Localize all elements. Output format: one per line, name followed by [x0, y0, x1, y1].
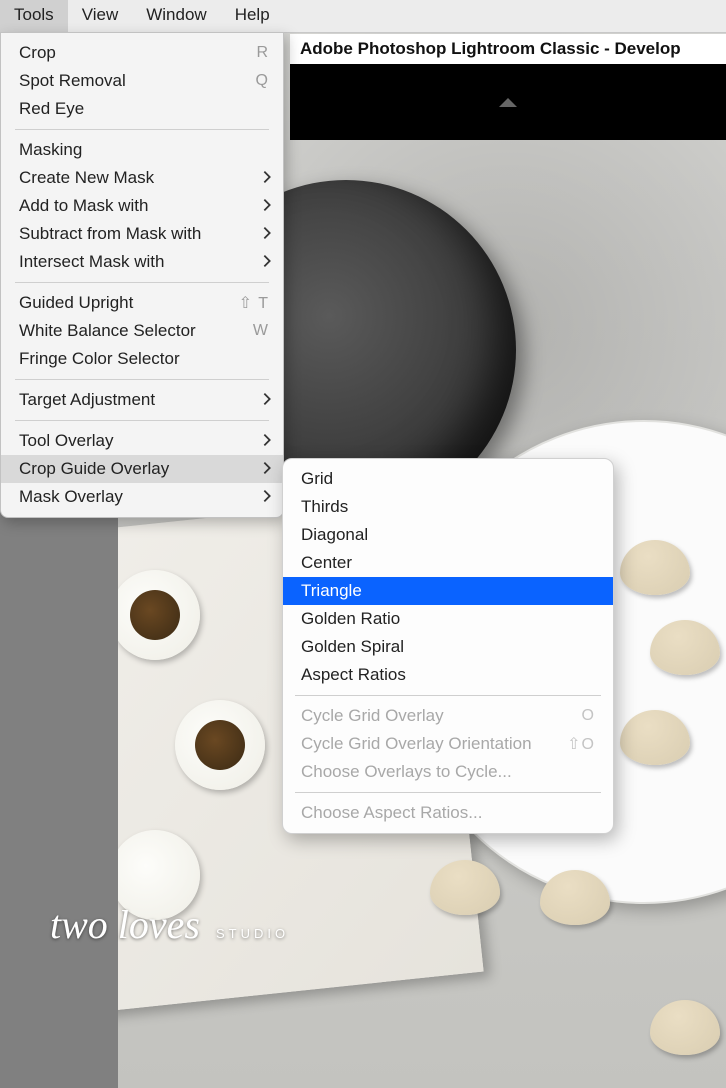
photo-decor: [650, 1000, 720, 1055]
menu-item-label: Create New Mask: [19, 168, 269, 188]
chevron-right-icon: [261, 391, 273, 412]
menu-item-subtract-from-mask[interactable]: Subtract from Mask with: [1, 220, 283, 248]
submenu-item-center[interactable]: Center: [283, 549, 613, 577]
menu-divider: [15, 420, 269, 421]
chevron-right-icon: [261, 488, 273, 509]
menu-item-label: Target Adjustment: [19, 390, 269, 410]
menu-divider: [15, 282, 269, 283]
menu-item-label: Thirds: [301, 497, 595, 517]
menu-item-red-eye[interactable]: Red Eye: [1, 95, 283, 123]
submenu-item-golden-spiral[interactable]: Golden Spiral: [283, 633, 613, 661]
menu-item-label: Guided Upright: [19, 293, 239, 313]
menu-item-label: Fringe Color Selector: [19, 349, 269, 369]
menu-item-label: Cycle Grid Overlay: [301, 706, 582, 726]
menu-item-label: Golden Ratio: [301, 609, 595, 629]
chevron-right-icon: [261, 169, 273, 190]
menubar-item-tools[interactable]: Tools: [0, 0, 68, 32]
menu-item-masking[interactable]: Masking: [1, 136, 283, 164]
menu-item-label: Grid: [301, 469, 595, 489]
menu-divider: [15, 379, 269, 380]
menu-item-label: Choose Aspect Ratios...: [301, 803, 595, 823]
menu-item-label: Diagonal: [301, 525, 595, 545]
menu-item-label: Tool Overlay: [19, 431, 269, 451]
menu-item-crop-guide-overlay[interactable]: Crop Guide Overlay: [1, 455, 283, 483]
menu-item-shortcut: ⇧ T: [239, 293, 269, 313]
chevron-right-icon: [261, 432, 273, 453]
submenu-item-thirds[interactable]: Thirds: [283, 493, 613, 521]
submenu-item-triangle[interactable]: Triangle: [283, 577, 613, 605]
submenu-item-diagonal[interactable]: Diagonal: [283, 521, 613, 549]
menu-item-label: Aspect Ratios: [301, 665, 595, 685]
submenu-item-cycle-grid-overlay: Cycle Grid Overlay O: [283, 702, 613, 730]
menu-divider: [15, 129, 269, 130]
menu-divider: [295, 792, 601, 793]
menu-item-add-to-mask[interactable]: Add to Mask with: [1, 192, 283, 220]
menu-item-create-new-mask[interactable]: Create New Mask: [1, 164, 283, 192]
menubar: Tools View Window Help: [0, 0, 284, 32]
menubar-item-window[interactable]: Window: [132, 0, 220, 32]
menu-item-target-adjustment[interactable]: Target Adjustment: [1, 386, 283, 414]
menu-item-label: Golden Spiral: [301, 637, 595, 657]
photo-decor: [110, 570, 200, 660]
menu-item-label: Mask Overlay: [19, 487, 269, 507]
menu-item-label: Triangle: [301, 581, 595, 601]
submenu-item-choose-aspect-ratios: Choose Aspect Ratios...: [283, 799, 613, 827]
crop-guide-overlay-submenu: Grid Thirds Diagonal Center Triangle Gol…: [282, 458, 614, 834]
menu-item-shortcut: O: [582, 707, 595, 725]
menu-item-label: Add to Mask with: [19, 196, 269, 216]
menu-item-label: Subtract from Mask with: [19, 224, 269, 244]
menu-item-label: Crop Guide Overlay: [19, 459, 269, 479]
menubar-item-help[interactable]: Help: [221, 0, 284, 32]
menu-item-label: Crop: [19, 43, 256, 63]
submenu-item-golden-ratio[interactable]: Golden Ratio: [283, 605, 613, 633]
menu-item-crop[interactable]: Crop R: [1, 39, 283, 67]
submenu-item-aspect-ratios[interactable]: Aspect Ratios: [283, 661, 613, 689]
menu-item-white-balance-selector[interactable]: White Balance Selector W: [1, 317, 283, 345]
watermark: two loves STUDIO: [50, 901, 289, 948]
menu-item-label: Choose Overlays to Cycle...: [301, 762, 595, 782]
expand-up-icon: [499, 98, 517, 107]
menu-item-fringe-color-selector[interactable]: Fringe Color Selector: [1, 345, 283, 373]
chevron-right-icon: [261, 460, 273, 481]
filmstrip-collapsed-bar[interactable]: [290, 64, 726, 140]
menu-item-shortcut: Q: [256, 72, 269, 90]
menu-item-intersect-mask[interactable]: Intersect Mask with: [1, 248, 283, 276]
photo-decor: [430, 860, 500, 915]
submenu-item-choose-overlays: Choose Overlays to Cycle...: [283, 758, 613, 786]
menu-divider: [295, 695, 601, 696]
chevron-right-icon: [261, 253, 273, 274]
menu-item-label: Masking: [19, 140, 269, 160]
chevron-right-icon: [261, 225, 273, 246]
menu-item-shortcut: W: [253, 322, 269, 340]
menu-item-shortcut: R: [256, 44, 269, 62]
menu-item-label: Red Eye: [19, 99, 269, 119]
submenu-item-grid[interactable]: Grid: [283, 465, 613, 493]
menu-item-label: Cycle Grid Overlay Orientation: [301, 734, 567, 754]
watermark-line1: two loves: [50, 902, 200, 947]
menu-item-tool-overlay[interactable]: Tool Overlay: [1, 427, 283, 455]
chevron-right-icon: [261, 197, 273, 218]
submenu-item-cycle-grid-overlay-orientation: Cycle Grid Overlay Orientation ⇧O: [283, 730, 613, 758]
menu-item-label: Center: [301, 553, 595, 573]
photo-decor: [175, 700, 265, 790]
window-title: Adobe Photoshop Lightroom Classic - Deve…: [290, 34, 726, 65]
menu-item-guided-upright[interactable]: Guided Upright ⇧ T: [1, 289, 283, 317]
tools-menu-dropdown: Crop R Spot Removal Q Red Eye Masking Cr…: [0, 32, 284, 518]
menubar-item-view[interactable]: View: [68, 0, 133, 32]
menu-item-label: Spot Removal: [19, 71, 256, 91]
menu-item-shortcut: ⇧O: [567, 734, 595, 754]
menu-item-label: Intersect Mask with: [19, 252, 269, 272]
menu-item-label: White Balance Selector: [19, 321, 253, 341]
menu-item-spot-removal[interactable]: Spot Removal Q: [1, 67, 283, 95]
menu-item-mask-overlay[interactable]: Mask Overlay: [1, 483, 283, 511]
watermark-line2: STUDIO: [216, 926, 289, 941]
